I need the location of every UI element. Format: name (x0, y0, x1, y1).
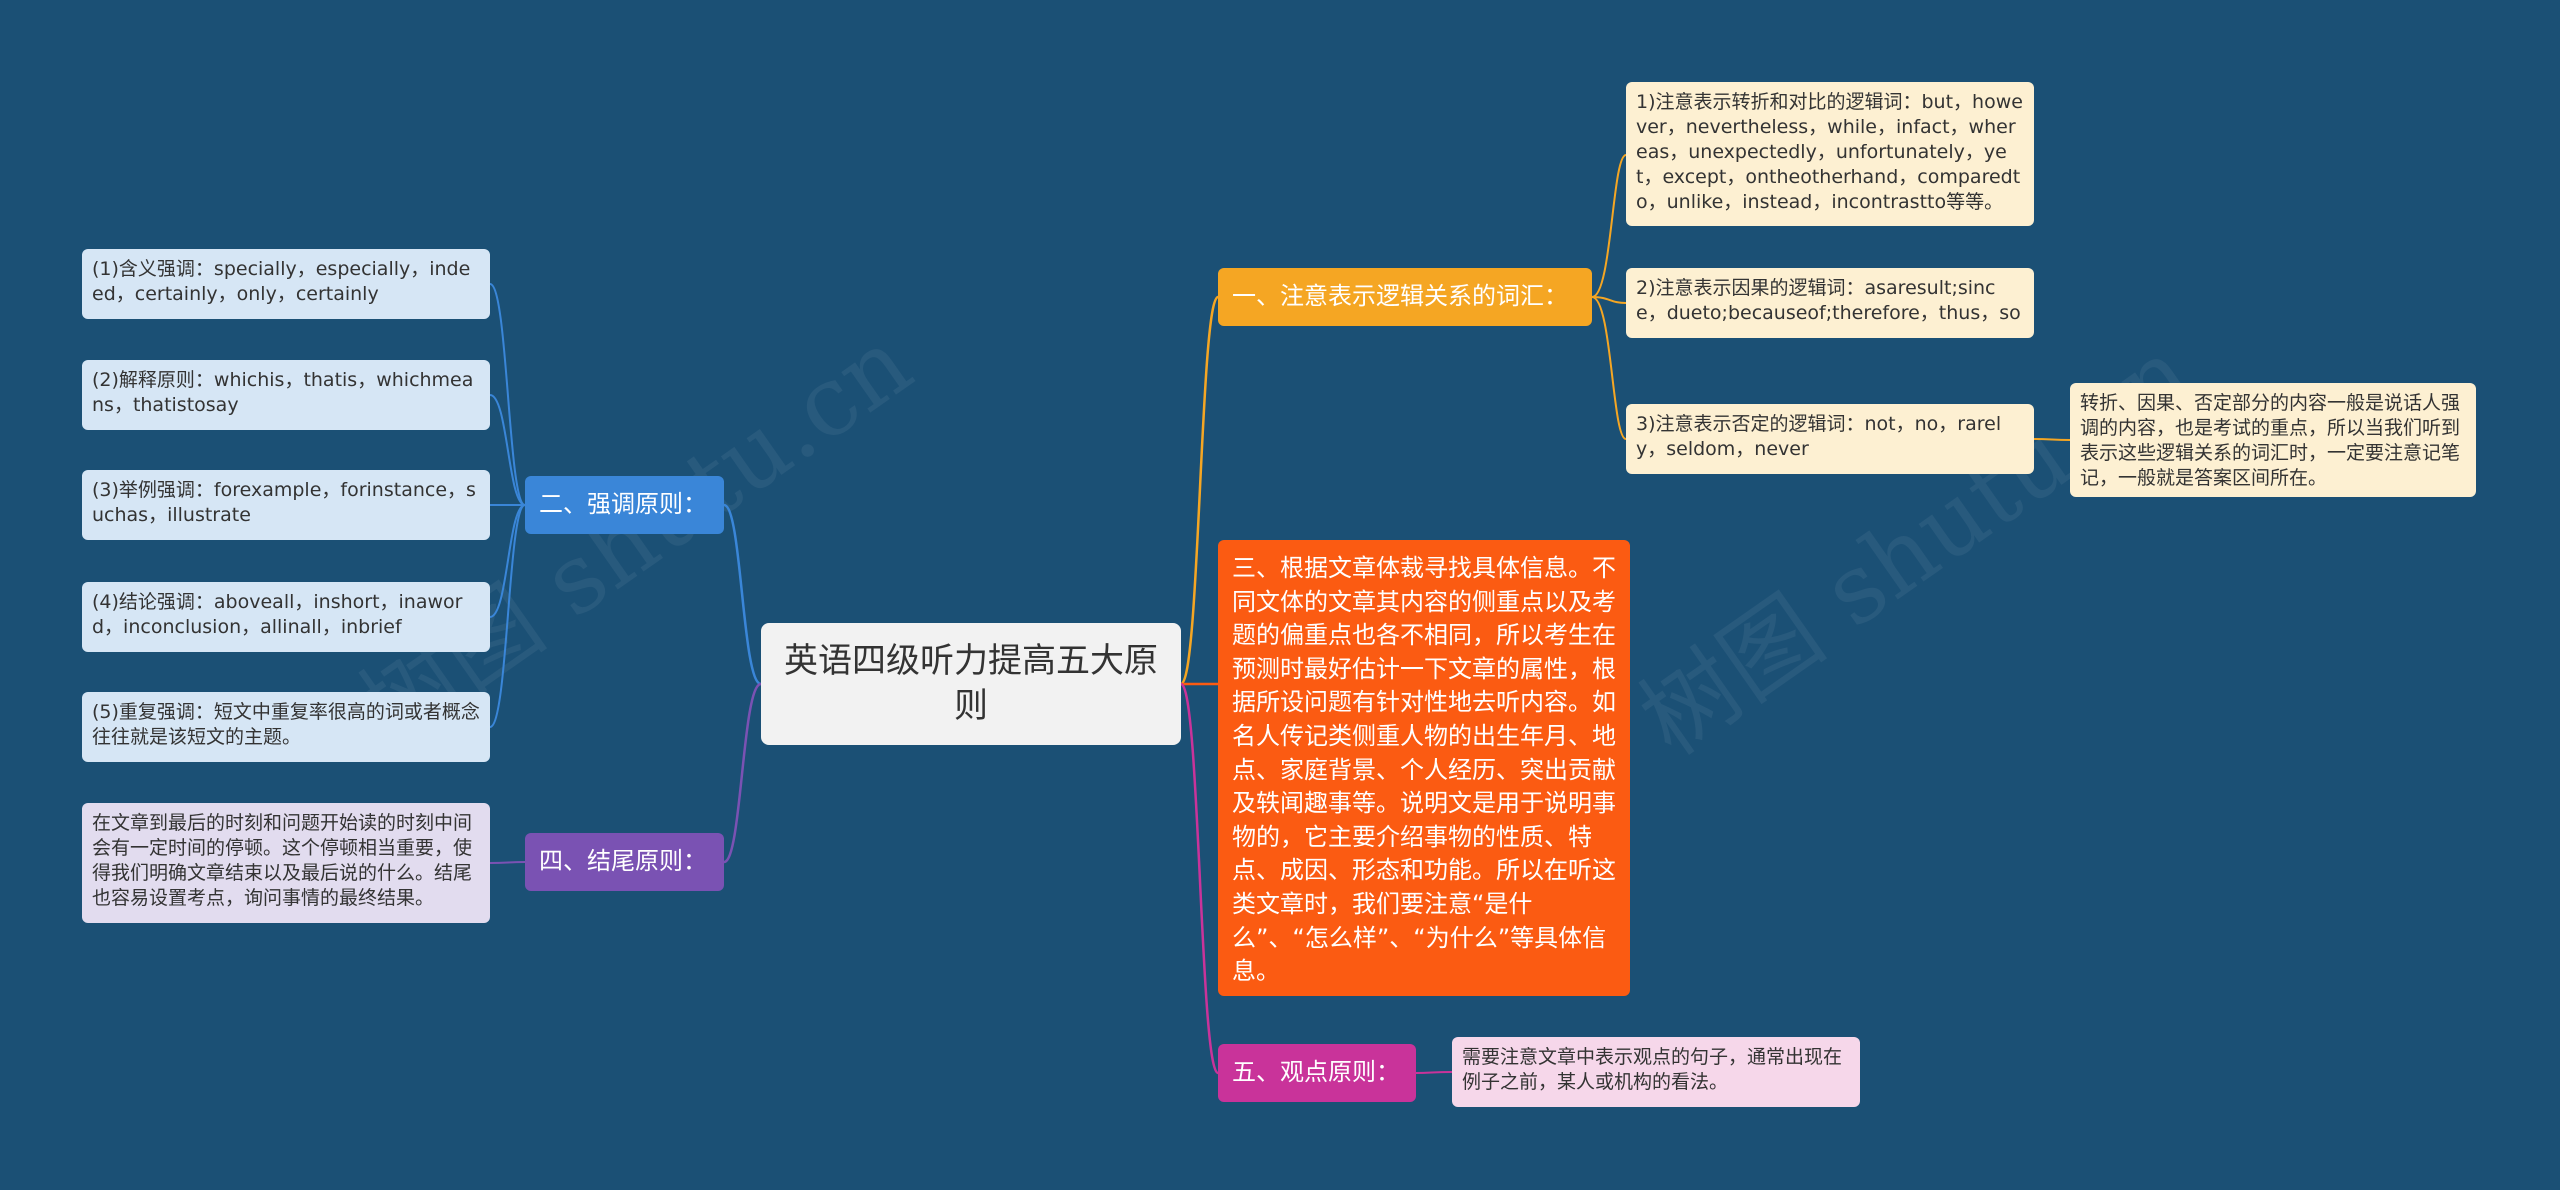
emphasis-leaf-repeat-text: (5)重复强调：短文中重复率很高的词或者概念往往就是该短文的主题。 (92, 701, 480, 749)
emphasis-leaf-explain-text: (2)解释原则：whichis，thatis，whichmeans，thatis… (92, 369, 474, 417)
ending-leaf[interactable]: 在文章到最后的时刻和问题开始读的时刻中间会有一定时间的停顿。这个停顿相当重要，使… (82, 803, 490, 923)
logic-leaf-cause-text: 2)注意表示因果的逻辑词：asaresult;since，dueto;becau… (1636, 277, 2021, 325)
logic-leaf-contrast[interactable]: 1)注意表示转折和对比的逻辑词：but，however，nevertheless… (1626, 82, 2034, 226)
viewpoint-leaf[interactable]: 需要注意文章中表示观点的句子，通常出现在例子之前，某人或机构的看法。 (1452, 1037, 1860, 1107)
logic-note[interactable]: 转折、因果、否定部分的内容一般是说话人强调的内容，也是考试的重点，所以当我们听到… (2070, 383, 2476, 497)
emphasis-leaf-repeat[interactable]: (5)重复强调：短文中重复率很高的词或者概念往往就是该短文的主题。 (82, 692, 490, 762)
emphasis-leaf-conclusion-text: (4)结论强调：aboveall，inshort，inaword，inconcl… (92, 591, 463, 639)
branch-logic-words-label: 一、注意表示逻辑关系的词汇： (1232, 282, 1568, 311)
emphasis-leaf-meaning[interactable]: (1)含义强调：specially，especially，indeed，cert… (82, 249, 490, 319)
root-topic-label: 英语四级听力提高五大原则 (784, 641, 1158, 726)
logic-leaf-negation[interactable]: 3)注意表示否定的逻辑词：not，no，rarely，seldom，never (1626, 404, 2034, 474)
branch-emphasis-label: 二、强调原则： (539, 490, 707, 519)
emphasis-leaf-conclusion[interactable]: (4)结论强调：aboveall，inshort，inaword，inconcl… (82, 582, 490, 652)
branch-viewpoint[interactable]: 五、观点原则： (1218, 1044, 1416, 1102)
emphasis-leaf-explain[interactable]: (2)解释原则：whichis，thatis，whichmeans，thatis… (82, 360, 490, 430)
logic-leaf-negation-text: 3)注意表示否定的逻辑词：not，no，rarely，seldom，never (1636, 413, 2002, 461)
branch-ending-label: 四、结尾原则： (539, 847, 707, 876)
emphasis-leaf-example-text: (3)举例强调：forexample，forinstance，suchas，il… (92, 479, 476, 527)
emphasis-leaf-meaning-text: (1)含义强调：specially，especially，indeed，cert… (92, 258, 471, 306)
branch-ending[interactable]: 四、结尾原则： (525, 833, 724, 891)
logic-note-text: 转折、因果、否定部分的内容一般是说话人强调的内容，也是考试的重点，所以当我们听到… (2080, 392, 2461, 490)
branch-emphasis[interactable]: 二、强调原则： (525, 476, 724, 534)
logic-leaf-cause[interactable]: 2)注意表示因果的逻辑词：asaresult;since，dueto;becau… (1626, 268, 2034, 338)
branch-logic-words[interactable]: 一、注意表示逻辑关系的词汇： (1218, 268, 1592, 326)
root-topic[interactable]: 英语四级听力提高五大原则 (761, 623, 1181, 745)
emphasis-leaf-example[interactable]: (3)举例强调：forexample，forinstance，suchas，il… (82, 470, 490, 540)
ending-leaf-text: 在文章到最后的时刻和问题开始读的时刻中间会有一定时间的停顿。这个停顿相当重要，使… (92, 812, 473, 910)
mindmap-canvas: 树图 shutu.cn 树图 shutu.cn 英语四级听力提高五大原则 一、注… (0, 0, 2560, 1190)
branch-genre-info[interactable]: 三、根据文章体裁寻找具体信息。不同文体的文章其内容的侧重点以及考题的偏重点也各不… (1218, 540, 1630, 996)
branch-viewpoint-label: 五、观点原则： (1232, 1058, 1400, 1087)
logic-leaf-contrast-text: 1)注意表示转折和对比的逻辑词：but，however，nevertheless… (1636, 91, 2023, 214)
viewpoint-leaf-text: 需要注意文章中表示观点的句子，通常出现在例子之前，某人或机构的看法。 (1462, 1046, 1843, 1094)
branch-genre-info-label: 三、根据文章体裁寻找具体信息。不同文体的文章其内容的侧重点以及考题的偏重点也各不… (1232, 554, 1616, 986)
